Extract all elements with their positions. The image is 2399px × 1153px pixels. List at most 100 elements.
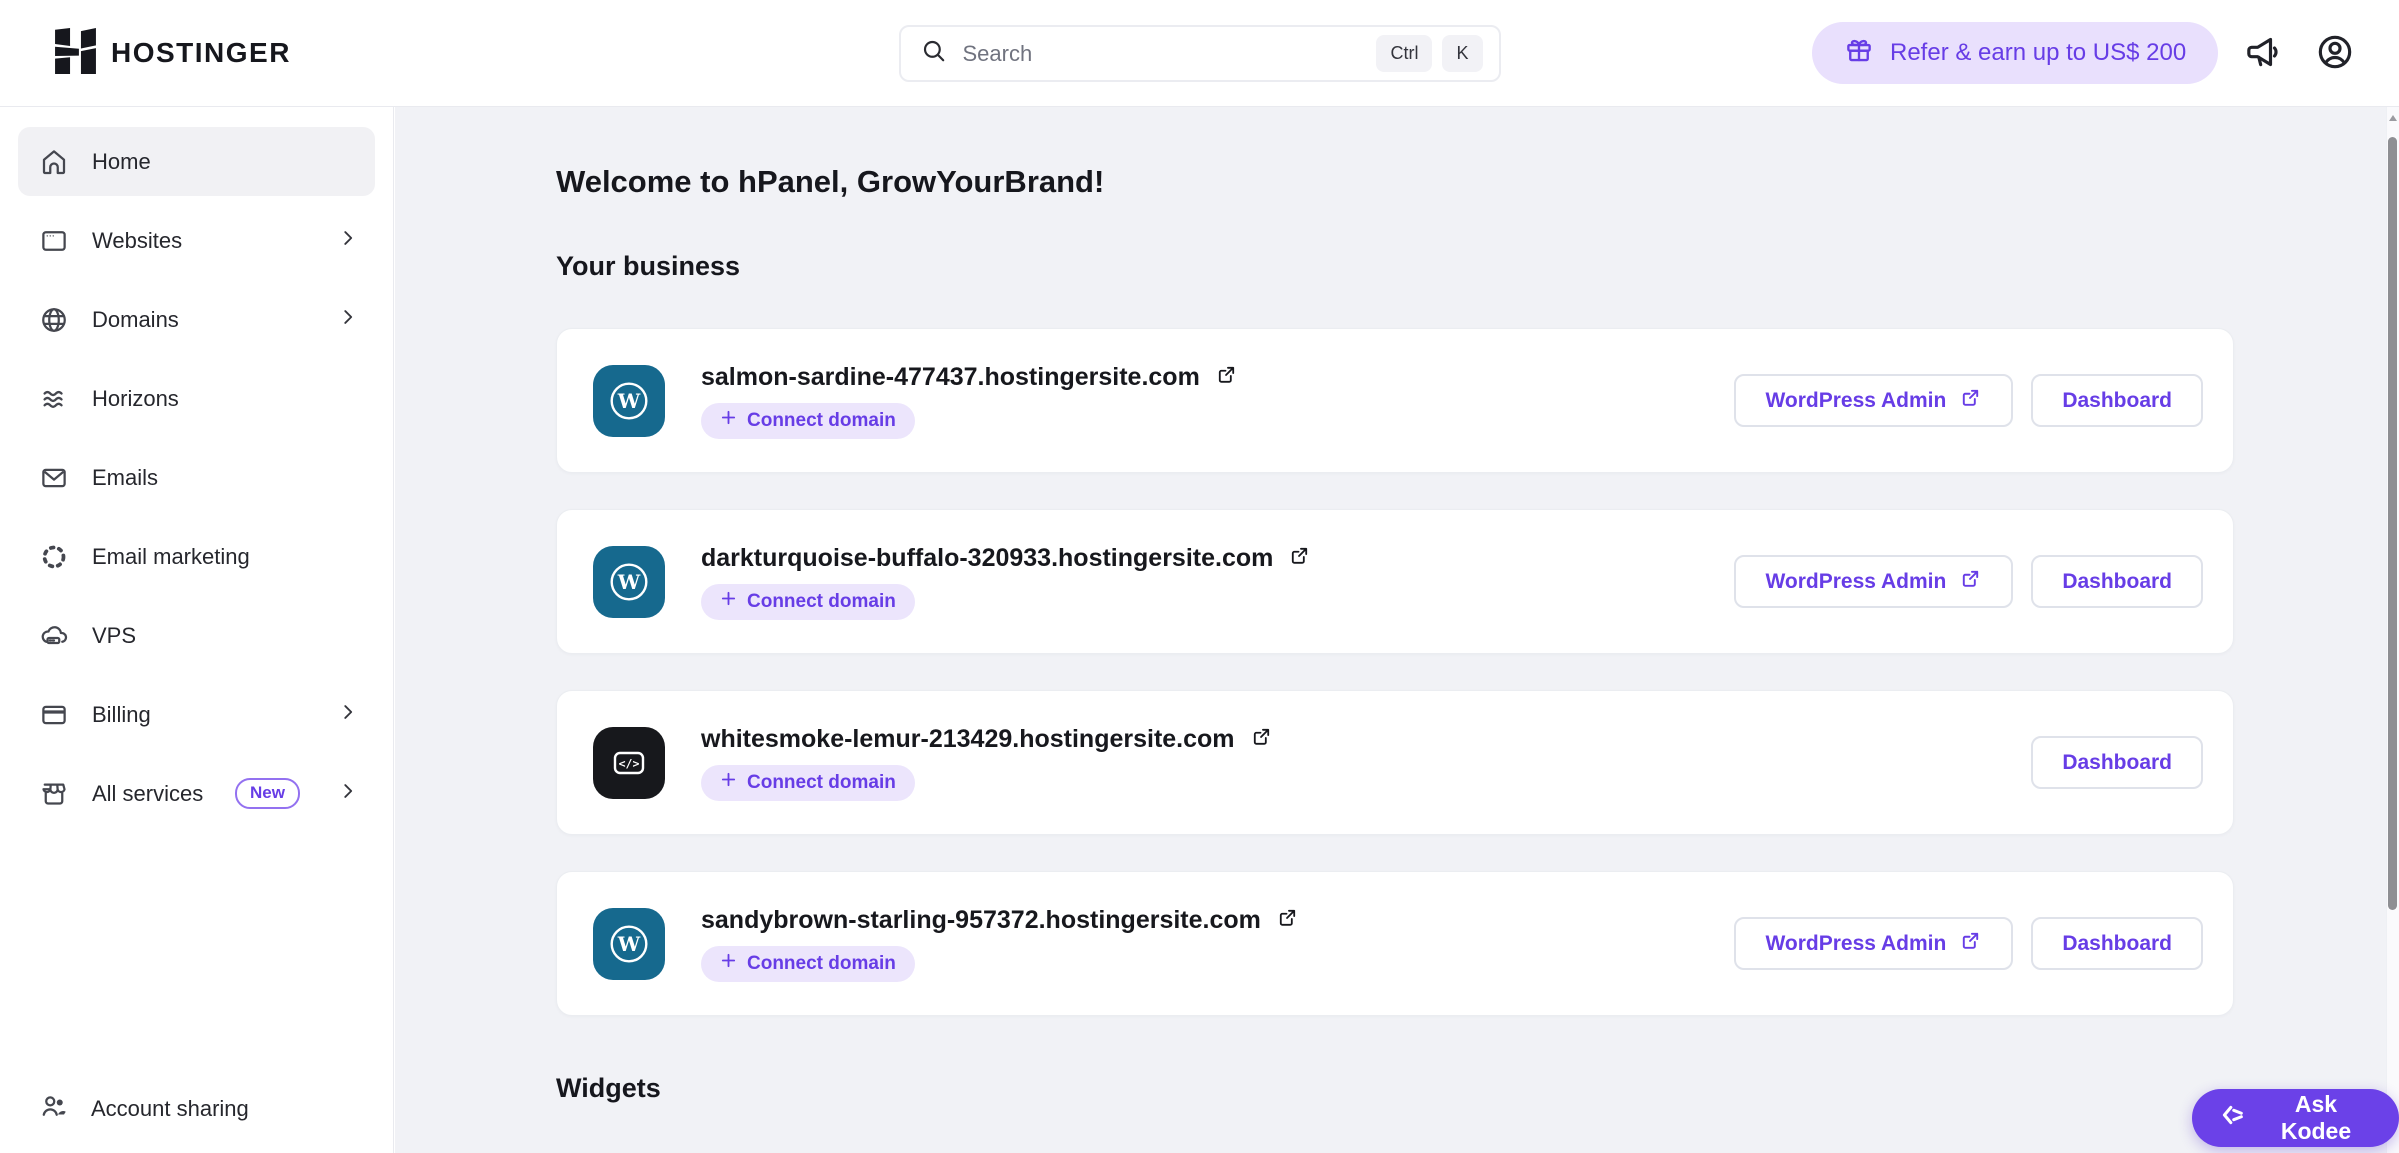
connect-domain-button[interactable]: Connect domain: [701, 402, 915, 439]
ask-kodee-button[interactable]: Ask Kodee: [2192, 1089, 2399, 1147]
gift-icon: [1844, 35, 1874, 72]
credit-card-icon: [39, 700, 69, 730]
connect-domain-label: Connect domain: [747, 952, 896, 974]
profile-button[interactable]: [2312, 30, 2358, 76]
megaphone-icon: [2243, 32, 2283, 75]
sidebar-label-emails: Emails: [92, 464, 159, 490]
home-icon: [39, 147, 69, 177]
shortcut-key-ctrl: Ctrl: [1376, 35, 1433, 72]
dashboard-label: Dashboard: [2062, 569, 2172, 593]
sidebar-item-horizons[interactable]: Horizons: [18, 364, 375, 433]
svg-text:W: W: [617, 570, 641, 594]
new-badge: New: [235, 778, 300, 809]
hostinger-logo-icon: [55, 27, 96, 79]
your-business-heading: Your business: [556, 251, 741, 281]
external-link-icon: [1288, 544, 1311, 572]
cloud-server-icon: [39, 621, 69, 651]
wordpress-icon: W: [593, 364, 665, 437]
connect-domain-label: Connect domain: [747, 771, 896, 793]
globe-icon: [39, 305, 69, 335]
sidebar-label-all-services: All services: [92, 780, 204, 806]
site-domain-link[interactable]: sandybrown-starling-957372.hostingersite…: [701, 906, 1299, 935]
dashboard-button[interactable]: Dashboard: [2031, 736, 2203, 789]
announcements-button[interactable]: [2240, 30, 2286, 76]
sidebar-item-domains[interactable]: Domains: [18, 285, 375, 354]
site-info: salmon-sardine-477437.hostingersite.com …: [701, 363, 1238, 439]
site-card: W salmon-sardine-477437.hostingersite.co…: [556, 328, 2234, 473]
dashboard-button[interactable]: Dashboard: [2031, 374, 2203, 427]
search-input[interactable]: [962, 40, 1367, 67]
sidebar-label-websites: Websites: [92, 227, 183, 253]
dashboard-label: Dashboard: [2062, 388, 2172, 412]
external-link-icon: [1250, 725, 1273, 753]
plus-icon: [720, 409, 737, 432]
connect-domain-label: Connect domain: [747, 590, 896, 612]
page-title: Welcome to hPanel, GrowYourBrand!: [556, 164, 1105, 199]
sidebar-item-home[interactable]: Home: [18, 127, 375, 196]
sidebar-label-email-marketing: Email marketing: [92, 543, 250, 569]
account-sharing-item[interactable]: Account sharing: [39, 1091, 249, 1127]
hostinger-logo-text: HOSTINGER: [111, 37, 291, 68]
wordpress-admin-label: WordPress Admin: [1765, 388, 1947, 412]
site-domain: whitesmoke-lemur-213429.hostingersite.co…: [701, 724, 1235, 753]
refer-earn-button[interactable]: Refer & earn up to US$ 200: [1812, 22, 2219, 84]
site-domain-link[interactable]: darkturquoise-buffalo-320933.hostingersi…: [701, 544, 1311, 573]
sidebar-item-websites[interactable]: Websites: [18, 206, 375, 275]
site-card: W darkturquoise-buffalo-320933.hostinger…: [556, 509, 2234, 654]
wordpress-admin-label: WordPress Admin: [1765, 931, 1947, 955]
site-domain-link[interactable]: whitesmoke-lemur-213429.hostingersite.co…: [701, 725, 1273, 754]
dashboard-label: Dashboard: [2062, 750, 2172, 774]
sidebar-item-all-services[interactable]: All services New: [18, 759, 375, 828]
account-sharing-label: Account sharing: [91, 1096, 249, 1121]
scrollbar-thumb[interactable]: [2388, 137, 2397, 910]
site-actions: Dashboard: [2031, 736, 2203, 789]
sidebar-item-emails[interactable]: Emails: [18, 443, 375, 512]
sidebar-label-vps: VPS: [92, 622, 137, 648]
widgets-heading: Widgets: [556, 1073, 661, 1103]
scrollbar-track[interactable]: [2386, 107, 2399, 1153]
sidebar-label-home: Home: [92, 148, 151, 174]
site-domain: salmon-sardine-477437.hostingersite.com: [701, 362, 1200, 391]
site-info: darkturquoise-buffalo-320933.hostingersi…: [701, 544, 1311, 620]
sidebar-item-billing[interactable]: Billing: [18, 680, 375, 749]
wordpress-admin-label: WordPress Admin: [1765, 569, 1947, 593]
site-card-list: W salmon-sardine-477437.hostingersite.co…: [556, 328, 2399, 1016]
ask-kodee-label: Ask Kodee: [2280, 1091, 2352, 1144]
chevron-right-icon: [337, 780, 359, 808]
dashboard-label: Dashboard: [2062, 931, 2172, 955]
connect-domain-button[interactable]: Connect domain: [701, 764, 915, 801]
search-icon: [921, 38, 947, 69]
svg-text:</>: </>: [619, 756, 640, 770]
sidebar-nav: Home Websites Domains Horizons Emails Em…: [0, 107, 394, 1153]
external-link-icon: [1215, 363, 1238, 391]
plus-icon: [720, 590, 737, 613]
external-link-icon: [1276, 906, 1299, 934]
sidebar-item-vps[interactable]: VPS: [18, 601, 375, 670]
connect-domain-button[interactable]: Connect domain: [701, 583, 915, 620]
browser-window-icon: [39, 226, 69, 256]
scrollbar-up-arrow[interactable]: [2389, 115, 2397, 121]
chevron-right-icon: [337, 701, 359, 729]
site-card: </> whitesmoke-lemur-213429.hostingersit…: [556, 690, 2234, 835]
hostinger-logo[interactable]: HOSTINGER: [55, 0, 291, 106]
wordpress-admin-button[interactable]: WordPress Admin: [1734, 374, 2014, 427]
wordpress-admin-button[interactable]: WordPress Admin: [1734, 917, 2014, 970]
wordpress-icon: W: [593, 907, 665, 980]
site-info: sandybrown-starling-957372.hostingersite…: [701, 906, 1299, 982]
code-site-icon: </>: [593, 726, 665, 799]
external-link-icon: [1959, 567, 1982, 596]
shortcut-key-k: K: [1442, 35, 1483, 72]
sidebar-label-domains: Domains: [92, 306, 179, 332]
global-search[interactable]: Ctrl K: [898, 25, 1501, 82]
people-icon: [39, 1091, 69, 1127]
sidebar-item-email-marketing[interactable]: Email marketing: [18, 522, 375, 591]
wordpress-admin-button[interactable]: WordPress Admin: [1734, 555, 2014, 608]
plus-icon: [720, 952, 737, 975]
connect-domain-button[interactable]: Connect domain: [701, 945, 915, 982]
dashboard-button[interactable]: Dashboard: [2031, 917, 2203, 970]
kodee-icon: [2218, 1101, 2246, 1135]
dashboard-button[interactable]: Dashboard: [2031, 555, 2203, 608]
external-link-icon: [1959, 386, 1982, 415]
site-domain-link[interactable]: salmon-sardine-477437.hostingersite.com: [701, 363, 1238, 392]
chevron-right-icon: [337, 306, 359, 334]
